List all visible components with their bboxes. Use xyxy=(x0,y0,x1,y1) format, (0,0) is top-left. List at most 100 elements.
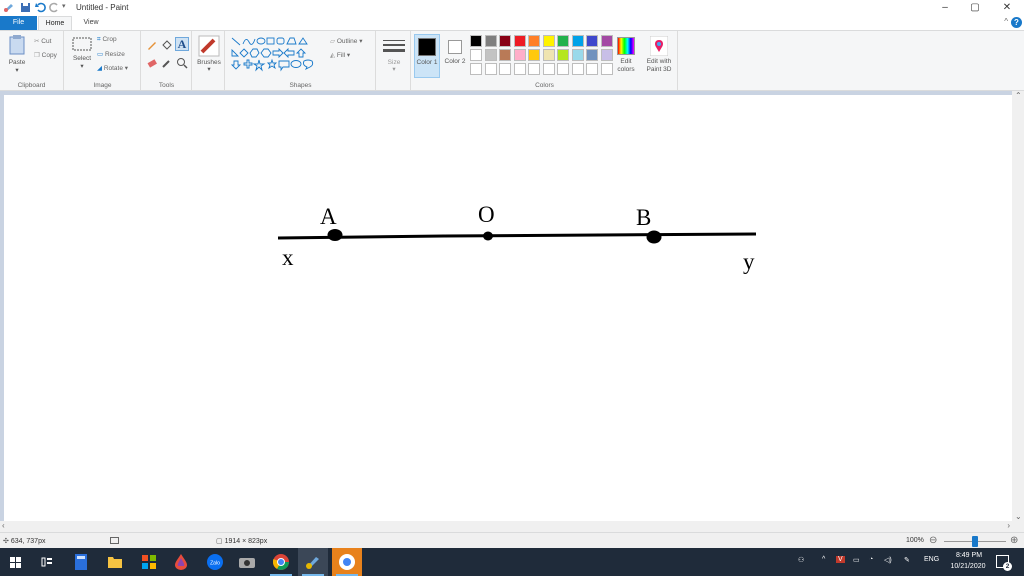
palette-swatch[interactable] xyxy=(586,49,598,61)
palette-swatch[interactable] xyxy=(542,35,555,47)
scroll-up-icon[interactable]: ⌃ xyxy=(1015,91,1022,100)
taskbar-file-explorer[interactable] xyxy=(100,548,130,576)
palette-swatch[interactable] xyxy=(600,49,613,61)
paste-dropdown-icon[interactable]: ▾ xyxy=(4,67,30,75)
maximize-button[interactable]: ▢ xyxy=(960,0,990,16)
tab-home[interactable]: Home xyxy=(38,16,72,30)
color2-button[interactable]: Color 2 xyxy=(442,34,468,78)
scroll-right-icon[interactable]: › xyxy=(1007,521,1010,530)
palette-swatch[interactable] xyxy=(586,35,598,47)
fill-bucket-icon[interactable] xyxy=(161,39,173,51)
taskbar-chrome[interactable] xyxy=(266,548,296,576)
taskbar-camera[interactable] xyxy=(232,548,262,576)
battery-icon[interactable]: ▭ xyxy=(853,556,860,564)
redo-icon[interactable] xyxy=(49,2,60,13)
palette-swatch[interactable] xyxy=(528,35,540,47)
paste-button[interactable]: Paste ▾ xyxy=(4,34,30,75)
input-language[interactable]: ENG xyxy=(924,556,939,563)
custom-color-slot[interactable] xyxy=(513,63,526,75)
palette-swatch[interactable] xyxy=(600,35,613,47)
taskbar-chrome-2[interactable] xyxy=(332,548,362,576)
cut-button[interactable]: ✂ Cut xyxy=(34,37,51,45)
clock-date[interactable]: 10/21/2020 xyxy=(946,563,990,570)
customize-toolbar-chevron-icon[interactable]: ▾ xyxy=(62,2,73,13)
pencil-icon[interactable] xyxy=(146,39,158,51)
palette-swatch[interactable] xyxy=(528,49,540,61)
people-icon[interactable]: ⚇ xyxy=(798,556,804,564)
palette-swatch[interactable] xyxy=(571,49,584,61)
collapse-ribbon-icon[interactable]: ^ xyxy=(1004,17,1008,26)
zoom-out-button[interactable]: ⊖ xyxy=(929,535,937,546)
palette-swatch[interactable] xyxy=(470,35,482,47)
brushes-group[interactable]: Brushes ▾ xyxy=(193,31,225,90)
taskbar-zalo[interactable]: Zalo xyxy=(200,548,230,576)
select-button[interactable]: Select ▾ xyxy=(69,36,95,71)
scroll-left-icon[interactable]: ‹ xyxy=(2,521,5,530)
vertical-scrollbar[interactable]: ⌃ ⌄ xyxy=(1012,91,1024,521)
clock-time[interactable]: 8:49 PM xyxy=(950,552,988,559)
shapes-gallery[interactable] xyxy=(230,36,326,72)
magnifier-icon[interactable] xyxy=(176,57,188,69)
scroll-down-icon[interactable]: ⌄ xyxy=(1015,512,1022,521)
custom-color-slot[interactable] xyxy=(470,63,482,75)
color-picker-icon[interactable] xyxy=(161,57,173,69)
edit-with-paint3d-button[interactable]: Edit with Paint 3D xyxy=(642,35,676,79)
rotate-button[interactable]: ◢ Rotate ▾ xyxy=(97,64,128,72)
zoom-in-button[interactable]: ⊕ xyxy=(1010,535,1018,546)
custom-color-slot[interactable] xyxy=(528,63,540,75)
help-button[interactable]: ? xyxy=(1011,17,1022,28)
outline-button[interactable]: ▱ Outline ▾ xyxy=(330,37,363,45)
palette-swatch[interactable] xyxy=(484,49,497,61)
tab-file[interactable]: File xyxy=(0,16,37,30)
minimize-button[interactable]: – xyxy=(930,0,960,16)
taskbar-calculator[interactable] xyxy=(66,548,96,576)
horizontal-scrollbar[interactable]: ‹ › xyxy=(0,521,1024,532)
palette-swatch[interactable] xyxy=(571,35,584,47)
close-button[interactable]: ✕ xyxy=(992,0,1022,16)
custom-color-slot[interactable] xyxy=(499,63,511,75)
wifi-icon[interactable]: ◔ xyxy=(869,556,873,563)
palette-swatch[interactable] xyxy=(557,49,569,61)
custom-color-slot[interactable] xyxy=(600,63,613,75)
taskbar-color-app[interactable] xyxy=(166,548,196,576)
eraser-icon[interactable] xyxy=(146,57,158,69)
copy-button[interactable]: ❐ Copy xyxy=(34,51,57,59)
palette-swatch[interactable] xyxy=(499,49,511,61)
tab-view[interactable]: View xyxy=(74,16,108,30)
pen-icon[interactable]: ✎ xyxy=(904,556,910,564)
text-tool-button[interactable]: A xyxy=(175,37,189,51)
custom-color-slot[interactable] xyxy=(557,63,569,75)
save-icon[interactable] xyxy=(20,2,31,13)
zoom-slider-thumb[interactable] xyxy=(972,536,978,547)
drawing-canvas[interactable]: A O B x y xyxy=(4,95,1012,521)
action-center-button[interactable]: 2 xyxy=(996,555,1012,571)
undo-icon[interactable] xyxy=(35,2,46,13)
custom-color-slot[interactable] xyxy=(586,63,598,75)
edit-colors-button[interactable]: Edit colors xyxy=(614,35,638,79)
size-group[interactable]: Size ▾ xyxy=(377,31,411,90)
palette-swatch[interactable] xyxy=(484,35,497,47)
resize-button[interactable]: ▭ Resize xyxy=(97,50,125,58)
custom-color-slot[interactable] xyxy=(484,63,497,75)
color1-button[interactable]: Color 1 xyxy=(414,34,440,78)
show-hidden-icons-chevron-icon[interactable]: ^ xyxy=(822,556,825,563)
palette-swatch[interactable] xyxy=(513,49,526,61)
palette-swatch[interactable] xyxy=(499,35,511,47)
size-dropdown-icon[interactable]: ▾ xyxy=(377,66,411,74)
start-button[interactable] xyxy=(0,548,30,576)
brushes-dropdown-icon[interactable]: ▾ xyxy=(193,66,225,74)
palette-swatch[interactable] xyxy=(557,35,569,47)
select-dropdown-icon[interactable]: ▾ xyxy=(69,63,95,71)
task-view-button[interactable] xyxy=(32,548,62,576)
volume-icon[interactable]: ◁) xyxy=(884,556,892,564)
fill-button[interactable]: ◭ Fill ▾ xyxy=(330,51,350,59)
custom-color-slot[interactable] xyxy=(542,63,555,75)
palette-swatch[interactable] xyxy=(470,49,482,61)
taskbar-store[interactable] xyxy=(134,548,164,576)
palette-swatch[interactable] xyxy=(542,49,555,61)
palette-swatch[interactable] xyxy=(513,35,526,47)
crop-button[interactable]: ⌗ Crop xyxy=(97,36,117,44)
custom-color-slot[interactable] xyxy=(571,63,584,75)
taskbar-paint[interactable] xyxy=(298,548,328,576)
tray-app-icon[interactable]: V xyxy=(836,556,845,563)
